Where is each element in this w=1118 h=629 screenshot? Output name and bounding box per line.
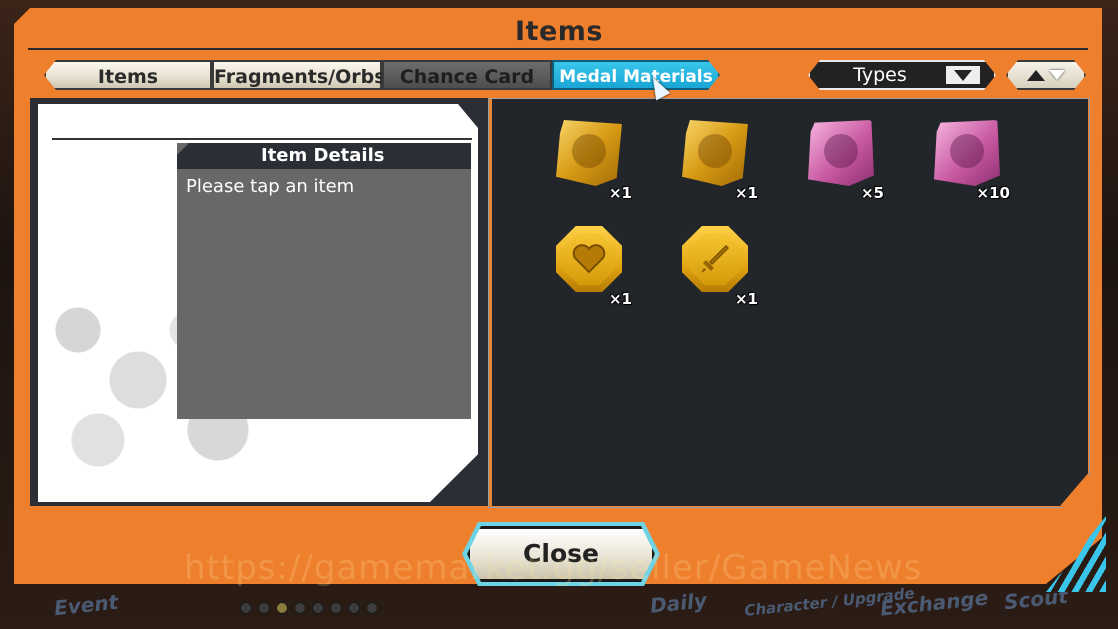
pink-portrait-medal-icon <box>934 120 1000 186</box>
heart-medal-icon <box>556 226 622 292</box>
tab-medal-materials[interactable]: Medal Materials <box>552 60 720 90</box>
page-indicator <box>240 602 378 614</box>
medal-item[interactable]: ×10 <box>930 118 1010 202</box>
tab-fragments-orbs[interactable]: Fragments/Orbs <box>212 60 386 90</box>
chevron-down-icon <box>946 66 980 84</box>
sword-medal-icon <box>682 226 748 292</box>
arrow-up-icon <box>1027 70 1045 81</box>
pink-portrait-medal-icon <box>808 120 874 186</box>
sort-type-select[interactable]: Types <box>808 60 996 90</box>
gold-portrait-medal-icon <box>682 120 748 186</box>
background-nav: Event Daily Character / Upgrade Exchange… <box>0 584 1118 629</box>
watermark: https://gamemarket.gg/seller/GameNews <box>184 548 923 588</box>
sort-order-button[interactable] <box>1006 60 1086 90</box>
medal-item[interactable]: ×1 <box>678 224 758 308</box>
nav-daily: Daily <box>648 588 708 618</box>
title-divider <box>28 48 1088 50</box>
medal-quantity: ×10 <box>976 184 1010 202</box>
page-dot <box>240 602 252 614</box>
nav-event: Event <box>52 589 120 621</box>
medal-quantity: ×1 <box>734 290 758 308</box>
gold-portrait-medal-icon <box>556 120 622 186</box>
medal-item[interactable]: ×5 <box>804 118 884 202</box>
tab-chance-card[interactable]: Chance Card <box>382 60 552 90</box>
page-dot <box>312 602 324 614</box>
dialog-title: Items <box>515 16 603 47</box>
page-dot-active <box>276 602 288 614</box>
medal-item[interactable]: ×1 <box>552 224 632 308</box>
page-dot <box>348 602 360 614</box>
medal-quantity: ×1 <box>608 184 632 202</box>
medal-quantity: ×5 <box>860 184 884 202</box>
tab-items[interactable]: Items <box>44 60 212 90</box>
arrow-down-icon <box>1049 70 1065 80</box>
page-dot <box>366 602 378 614</box>
sort-label: Types <box>853 64 907 86</box>
item-details-text: Please tap an item <box>186 176 355 197</box>
page-dot <box>258 602 270 614</box>
page-dot <box>330 602 342 614</box>
medal-quantity: ×1 <box>734 184 758 202</box>
card-divider <box>52 138 472 140</box>
medal-quantity: ×1 <box>608 290 632 308</box>
page-dot <box>294 602 306 614</box>
medal-item[interactable]: ×1 <box>678 118 758 202</box>
medal-item[interactable]: ×1 <box>552 118 632 202</box>
item-details-header: Item Details <box>177 143 471 169</box>
